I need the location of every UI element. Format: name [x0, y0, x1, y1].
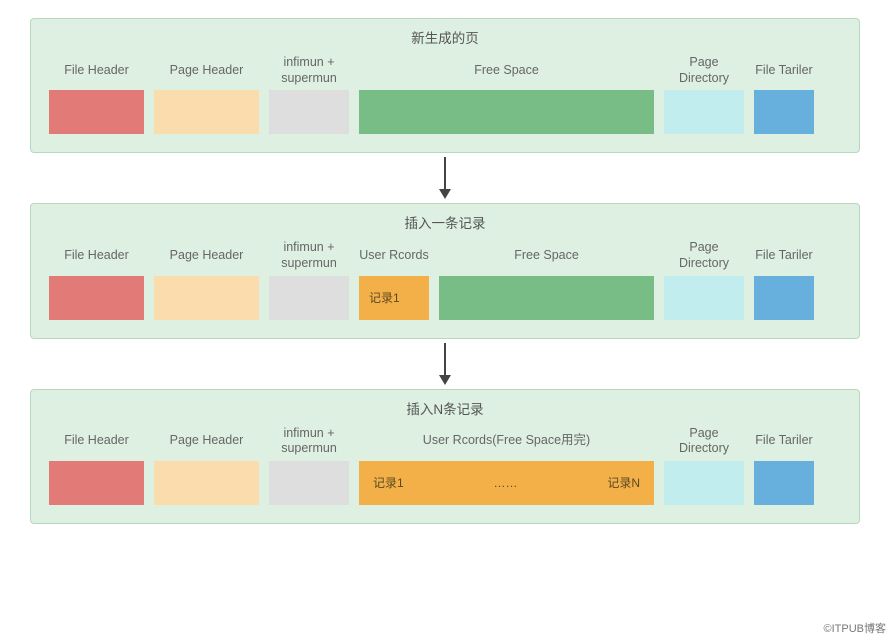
bar-page-directory: [664, 276, 744, 320]
label-page-directory: Page Directory: [664, 424, 744, 461]
record-label-n: 记录N: [607, 474, 640, 491]
label-file-header: File Header: [49, 238, 144, 275]
labels-row: File Header Page Header infimun + superm…: [49, 238, 841, 275]
label-file-trailer: File Tariler: [754, 53, 814, 90]
label-free-space: Free Space: [359, 53, 654, 90]
label-free-space: Free Space: [439, 238, 654, 275]
panel-insert-one: 插入一条记录 File Header Page Header infimun +…: [30, 203, 860, 338]
labels-row: File Header Page Header infimun + superm…: [49, 424, 841, 461]
bar-user-records: 记录1 …… 记录N: [359, 461, 654, 505]
record-ellipsis: ……: [494, 476, 518, 490]
panel-title: 插入N条记录: [49, 398, 841, 418]
bar-free-space: [439, 276, 654, 320]
bar-page-directory: [664, 461, 744, 505]
bar-file-header: [49, 90, 144, 134]
bars-row: 记录1: [49, 276, 841, 320]
arrow-down-icon: [435, 155, 455, 201]
bar-page-header: [154, 276, 259, 320]
label-user-records: User Rcords: [359, 238, 429, 275]
label-file-header: File Header: [49, 424, 144, 461]
bar-infimun: [269, 276, 349, 320]
label-page-header: Page Header: [154, 238, 259, 275]
bars-row: 记录1 …… 记录N: [49, 461, 841, 505]
arrow-2: [30, 339, 860, 389]
bar-file-header: [49, 461, 144, 505]
arrow-down-icon: [435, 341, 455, 387]
bar-file-header: [49, 276, 144, 320]
bar-page-header: [154, 461, 259, 505]
bar-page-directory: [664, 90, 744, 134]
label-infimun: infimun + supermun: [269, 424, 349, 461]
panel-insert-n: 插入N条记录 File Header Page Header infimun +…: [30, 389, 860, 524]
bar-file-trailer: [754, 276, 814, 320]
label-file-trailer: File Tariler: [754, 238, 814, 275]
bar-file-trailer: [754, 90, 814, 134]
bar-page-header: [154, 90, 259, 134]
panel-title: 插入一条记录: [49, 212, 841, 232]
label-user-records-full: User Rcords(Free Space用完): [359, 424, 654, 461]
bar-infimun: [269, 461, 349, 505]
bar-free-space: [359, 90, 654, 134]
bar-user-records: 记录1: [359, 276, 429, 320]
bar-infimun: [269, 90, 349, 134]
label-file-header: File Header: [49, 53, 144, 90]
panel-title: 新生成的页: [49, 27, 841, 47]
label-page-directory: Page Directory: [664, 238, 744, 275]
label-page-directory: Page Directory: [664, 53, 744, 90]
bars-row: [49, 90, 841, 134]
arrow-1: [30, 153, 860, 203]
watermark: ©ITPUB博客: [824, 620, 887, 636]
bar-file-trailer: [754, 461, 814, 505]
label-file-trailer: File Tariler: [754, 424, 814, 461]
record-label: 记录1: [359, 276, 429, 320]
record-label-1: 记录1: [373, 474, 404, 491]
labels-row: File Header Page Header infimun + superm…: [49, 53, 841, 90]
label-page-header: Page Header: [154, 53, 259, 90]
label-infimun: infimun + supermun: [269, 238, 349, 275]
label-infimun: infimun + supermun: [269, 53, 349, 90]
panel-new-page: 新生成的页 File Header Page Header infimun + …: [30, 18, 860, 153]
label-page-header: Page Header: [154, 424, 259, 461]
